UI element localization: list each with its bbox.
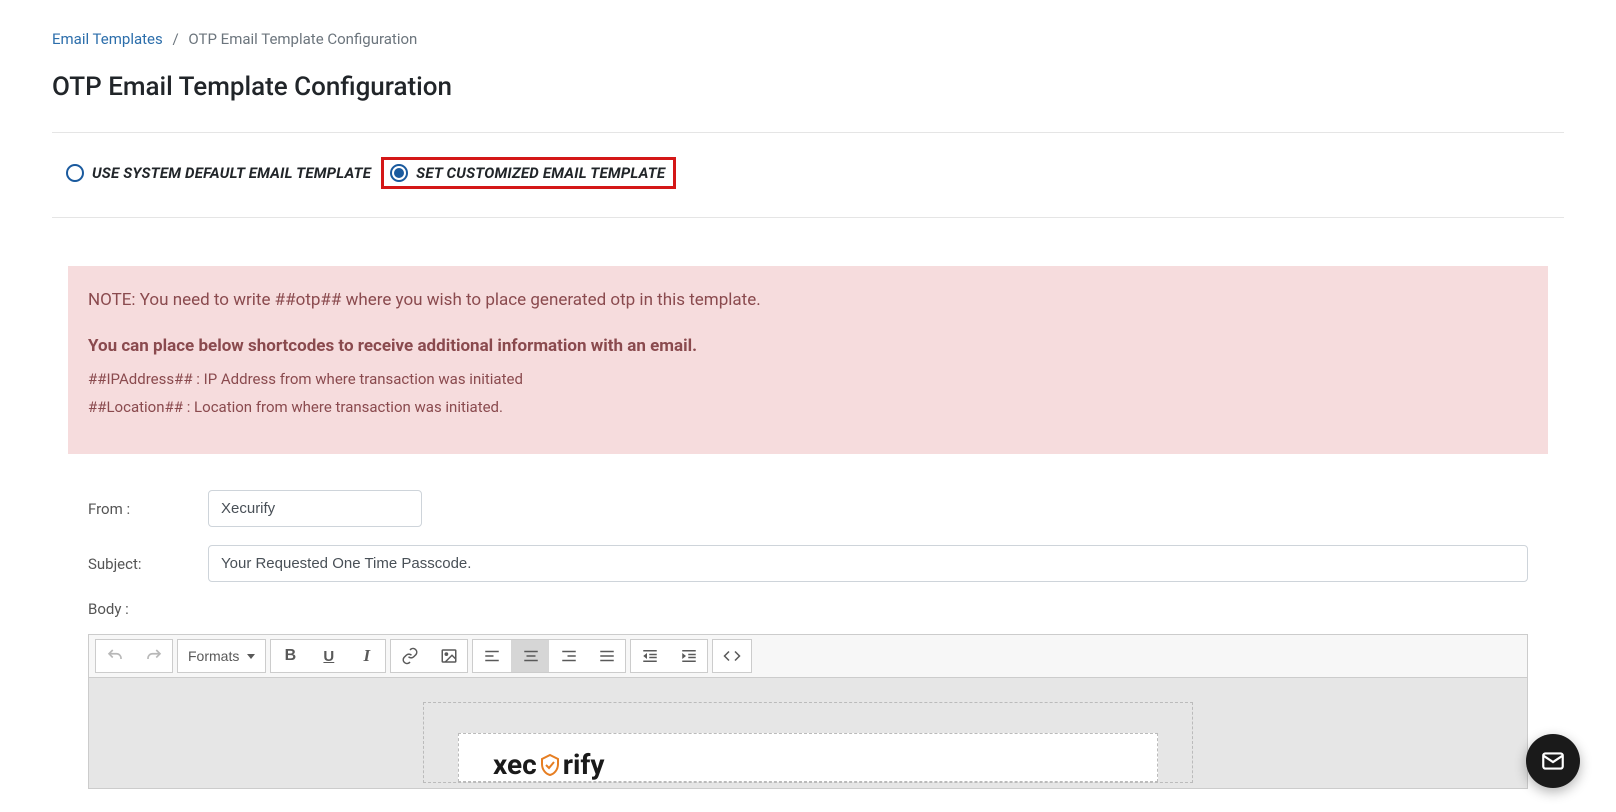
shield-icon [538,753,562,777]
from-row: From : [88,490,1528,527]
radio-custom-label: SET CUSTOMIZED EMAIL TEMPLATE [416,164,665,182]
subject-input[interactable] [208,545,1528,582]
indent-icon [680,647,698,665]
align-right-button[interactable] [549,640,587,672]
note-shortcodes-heading: You can place below shortcodes to receiv… [88,336,1528,356]
breadcrumb-current: OTP Email Template Configuration [188,30,417,48]
body-label: Body : [88,600,1528,618]
radio-default-label: USE SYSTEM DEFAULT EMAIL TEMPLATE [92,164,371,182]
align-justify-icon [598,647,616,665]
breadcrumb: Email Templates / OTP Email Template Con… [52,30,1564,48]
logo-text-suffix: rify [563,748,605,781]
link-icon [401,647,419,665]
redo-button[interactable] [134,640,172,672]
code-icon [723,647,741,665]
formats-label: Formats [188,648,239,664]
align-center-button[interactable] [511,640,549,672]
editor-content-area[interactable]: xec rify [89,678,1527,788]
editor-toolbar: Formats B U I [89,635,1527,678]
image-button[interactable] [429,640,467,672]
subject-label: Subject: [88,555,208,573]
undo-button[interactable] [96,640,134,672]
brand-logo: xec rify [493,748,1123,781]
logo-text-prefix: xec [493,748,537,781]
subject-row: Subject: [88,545,1528,582]
from-label: From : [88,500,208,518]
template-type-radios: USE SYSTEM DEFAULT EMAIL TEMPLATE SET CU… [52,157,1564,218]
align-left-button[interactable] [473,640,511,672]
breadcrumb-parent-link[interactable]: Email Templates [52,30,163,48]
note-shortcode-ip: ##IPAddress## : IP Address from where tr… [88,370,1528,388]
undo-icon [106,647,124,665]
outdent-icon [641,647,659,665]
divider [52,132,1564,133]
from-input[interactable] [208,490,422,527]
note-shortcode-location: ##Location## : Location from where trans… [88,398,1528,416]
breadcrumb-separator: / [172,30,178,48]
align-left-icon [483,647,501,665]
email-body-inner: xec rify [458,733,1158,782]
radio-icon-checked [390,164,408,182]
image-icon [440,647,458,665]
email-template-preview: xec rify [423,702,1193,783]
underline-button[interactable]: U [309,640,347,672]
chat-launcher-button[interactable] [1526,734,1580,788]
radio-icon-unchecked [66,164,84,182]
bold-button[interactable]: B [271,640,309,672]
note-line-1: NOTE: You need to write ##otp## where yo… [88,290,1528,310]
caret-down-icon [247,654,255,659]
rich-text-editor: Formats B U I [88,634,1528,789]
radio-default-template[interactable]: USE SYSTEM DEFAULT EMAIL TEMPLATE [66,164,371,182]
outdent-button[interactable] [631,640,669,672]
page-title: OTP Email Template Configuration [52,72,1564,102]
bold-icon: B [285,647,297,665]
redo-icon [145,647,163,665]
note-box: NOTE: You need to write ##otp## where yo… [68,266,1548,454]
link-button[interactable] [391,640,429,672]
align-center-icon [522,647,540,665]
italic-button[interactable]: I [347,640,385,672]
chat-icon [1540,748,1566,774]
radio-custom-template[interactable]: SET CUSTOMIZED EMAIL TEMPLATE [381,157,676,189]
align-justify-button[interactable] [587,640,625,672]
formats-dropdown[interactable]: Formats [178,640,265,672]
underline-icon: U [323,648,334,665]
italic-icon: I [364,646,371,666]
align-right-icon [560,647,578,665]
code-button[interactable] [713,640,751,672]
indent-button[interactable] [669,640,707,672]
